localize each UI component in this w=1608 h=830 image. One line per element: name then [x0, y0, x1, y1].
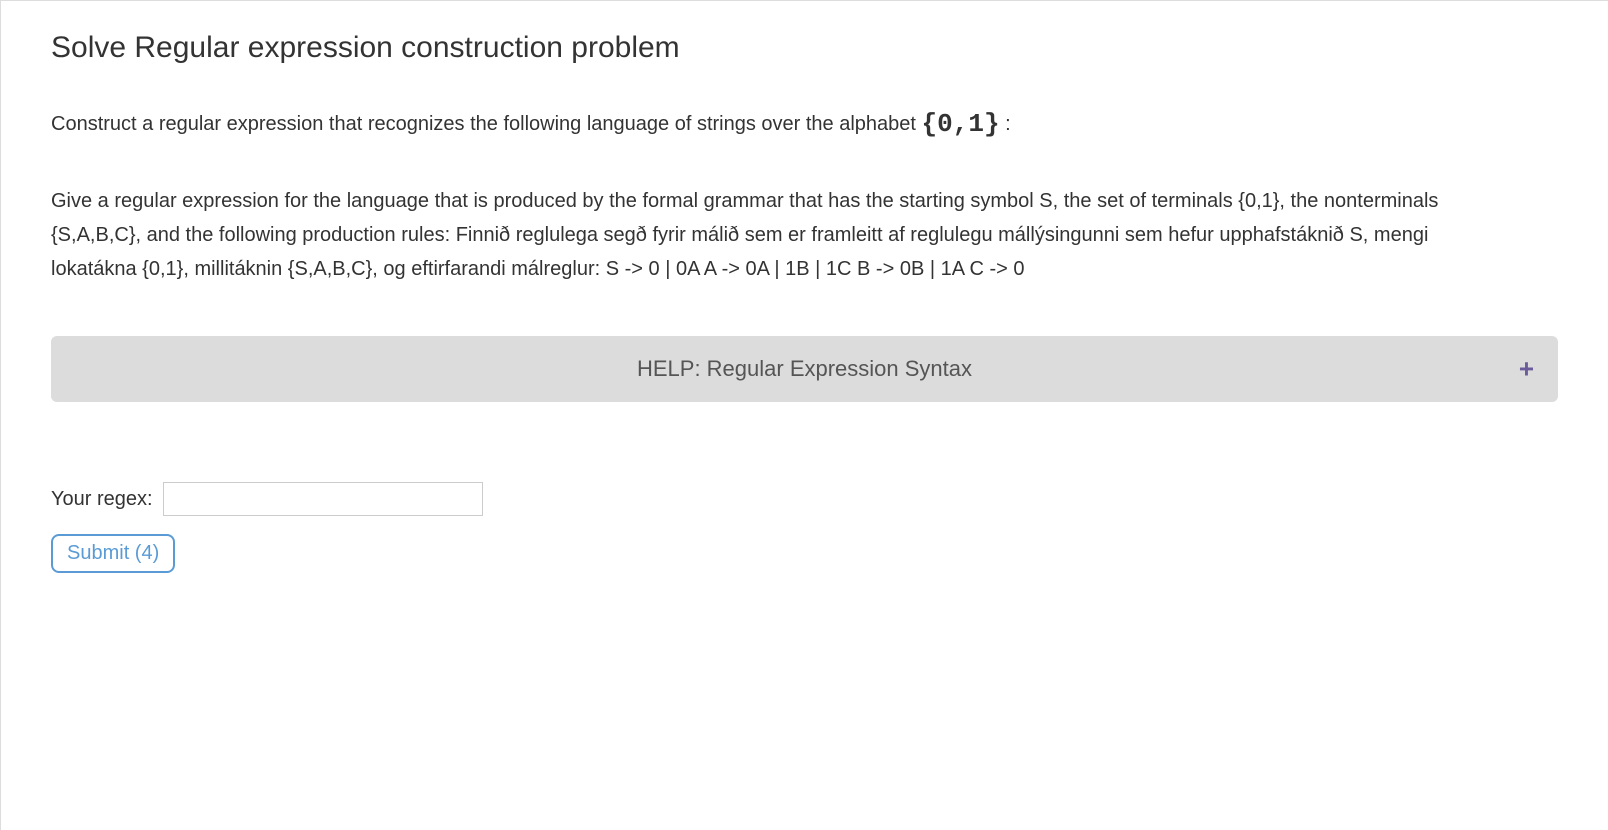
problem-description: Give a regular expression for the langua… — [51, 184, 1451, 286]
regex-label: Your regex: — [51, 488, 153, 511]
regex-input[interactable] — [163, 482, 483, 516]
intro-prefix: Construct a regular expression that reco… — [51, 113, 922, 135]
problem-container: Solve Regular expression construction pr… — [1, 1, 1608, 603]
regex-row: Your regex: — [51, 482, 1558, 516]
help-panel[interactable]: HELP: Regular Expression Syntax + — [51, 336, 1558, 402]
page-title: Solve Regular expression construction pr… — [51, 31, 1558, 65]
help-title: HELP: Regular Expression Syntax — [637, 356, 972, 382]
alphabet-set: {0,1} — [922, 109, 1000, 139]
intro-suffix: : — [1005, 113, 1011, 135]
intro-text: Construct a regular expression that reco… — [51, 105, 1558, 144]
plus-icon: + — [1519, 354, 1534, 385]
submit-button[interactable]: Submit (4) — [51, 534, 175, 573]
